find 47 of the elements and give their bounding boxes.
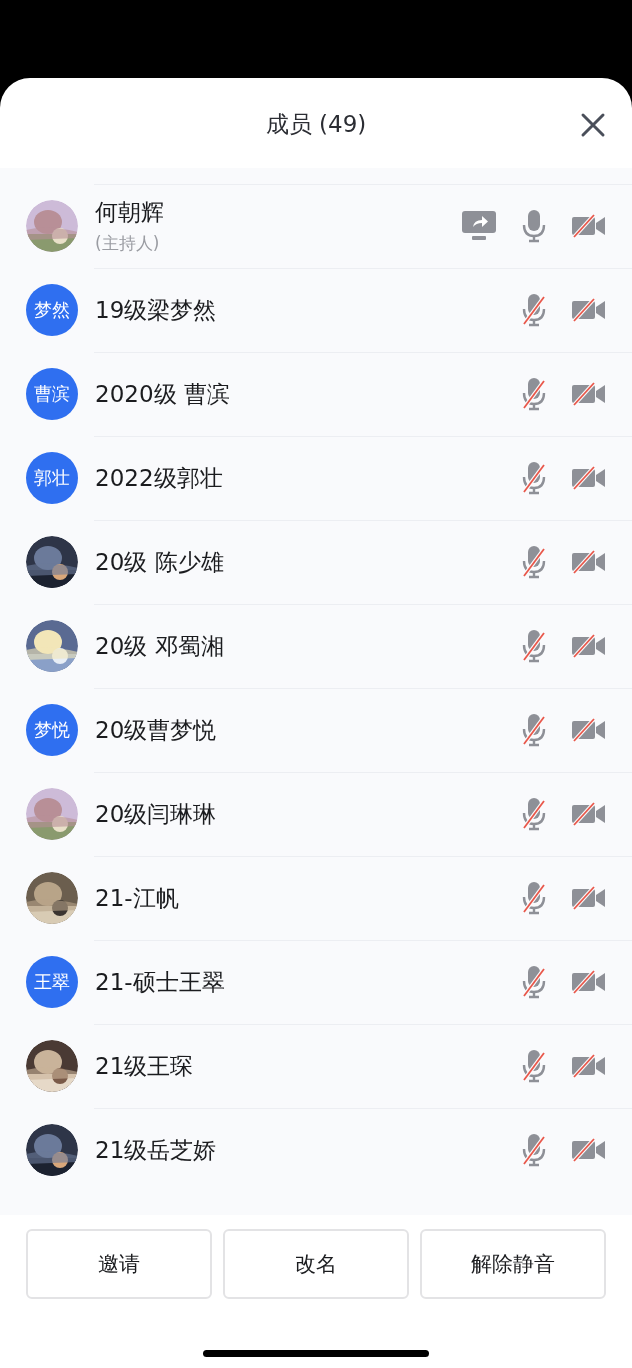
member-name: 20级 陈少雄 — [95, 547, 225, 577]
camera-off-icon[interactable] — [572, 381, 606, 407]
member-name: 何朝辉 — [95, 198, 165, 227]
avatar: 梦悦 — [26, 704, 78, 756]
camera-off-icon[interactable] — [572, 465, 606, 491]
muted-microphone-icon[interactable] — [520, 713, 548, 747]
muted-microphone-icon[interactable] — [520, 377, 548, 411]
member-name: 20级闫琳琳 — [95, 799, 218, 829]
action-button[interactable]: 解除静音 — [420, 1229, 606, 1299]
muted-microphone-icon[interactable] — [520, 1133, 548, 1167]
camera-off-icon[interactable] — [572, 549, 606, 575]
avatar: 曹滨 — [26, 368, 78, 420]
avatar: 梦然 — [26, 284, 78, 336]
muted-microphone-icon[interactable] — [520, 629, 548, 663]
camera-off-icon[interactable] — [572, 213, 606, 239]
muted-microphone-icon[interactable] — [520, 293, 548, 327]
camera-off-icon[interactable] — [572, 633, 606, 659]
avatar: 王翠 — [26, 956, 78, 1008]
member-name: 21-江帆 — [95, 883, 180, 913]
member-name: 21-硕士王翠 — [95, 967, 226, 997]
muted-microphone-icon[interactable] — [520, 1049, 548, 1083]
member-name: 21级王琛 — [95, 1051, 195, 1081]
avatar: 郭壮 — [26, 452, 78, 504]
muted-microphone-icon[interactable] — [520, 881, 548, 915]
muted-microphone-icon[interactable] — [520, 545, 548, 579]
member-name: 20级 邓蜀湘 — [95, 631, 225, 661]
camera-off-icon[interactable] — [572, 717, 606, 743]
muted-microphone-icon[interactable] — [520, 797, 548, 831]
camera-off-icon[interactable] — [572, 297, 606, 323]
camera-off-icon[interactable] — [572, 969, 606, 995]
member-name: 2022级郭壮 — [95, 463, 224, 493]
camera-off-icon[interactable] — [572, 1137, 606, 1163]
action-button[interactable]: 邀请 — [26, 1229, 212, 1299]
member-name: 20级曹梦悦 — [95, 715, 218, 745]
action-button[interactable]: 改名 — [223, 1229, 409, 1299]
muted-microphone-icon[interactable] — [520, 965, 548, 999]
member-name: 19级梁梦然 — [95, 295, 218, 325]
microphone-icon[interactable] — [520, 209, 548, 243]
camera-off-icon[interactable] — [572, 1053, 606, 1079]
camera-off-icon[interactable] — [572, 885, 606, 911]
member-name: 21级岳芝娇 — [95, 1135, 218, 1165]
member-role: (主持人) — [95, 232, 161, 255]
member-name: 2020级 曹滨 — [95, 379, 231, 409]
camera-off-icon[interactable] — [572, 801, 606, 827]
close-icon[interactable] — [580, 112, 606, 138]
muted-microphone-icon[interactable] — [520, 461, 548, 495]
panel-title: 成员 (49) — [265, 109, 367, 139]
